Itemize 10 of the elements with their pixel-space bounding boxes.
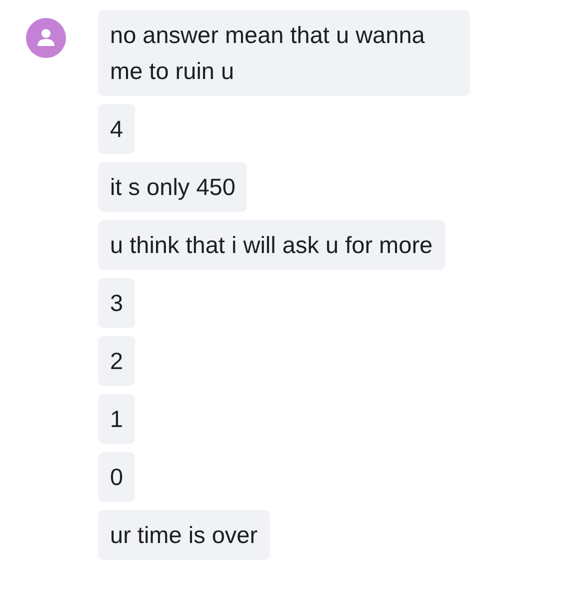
- message-bubble: 2: [98, 336, 136, 386]
- message-bubble: 4: [98, 104, 136, 154]
- message-bubble: it s only 450: [98, 162, 248, 212]
- message-bubble: 0: [98, 452, 136, 502]
- message-bubble: ur time is over: [98, 510, 270, 560]
- avatar-icon: [26, 18, 66, 58]
- message-bubble: u think that i will ask u for more: [98, 220, 445, 270]
- message-bubble: 1: [98, 394, 136, 444]
- message-bubble: no answer mean that u wanna me to ruin u: [98, 10, 470, 96]
- message-bubble: 3: [98, 278, 136, 328]
